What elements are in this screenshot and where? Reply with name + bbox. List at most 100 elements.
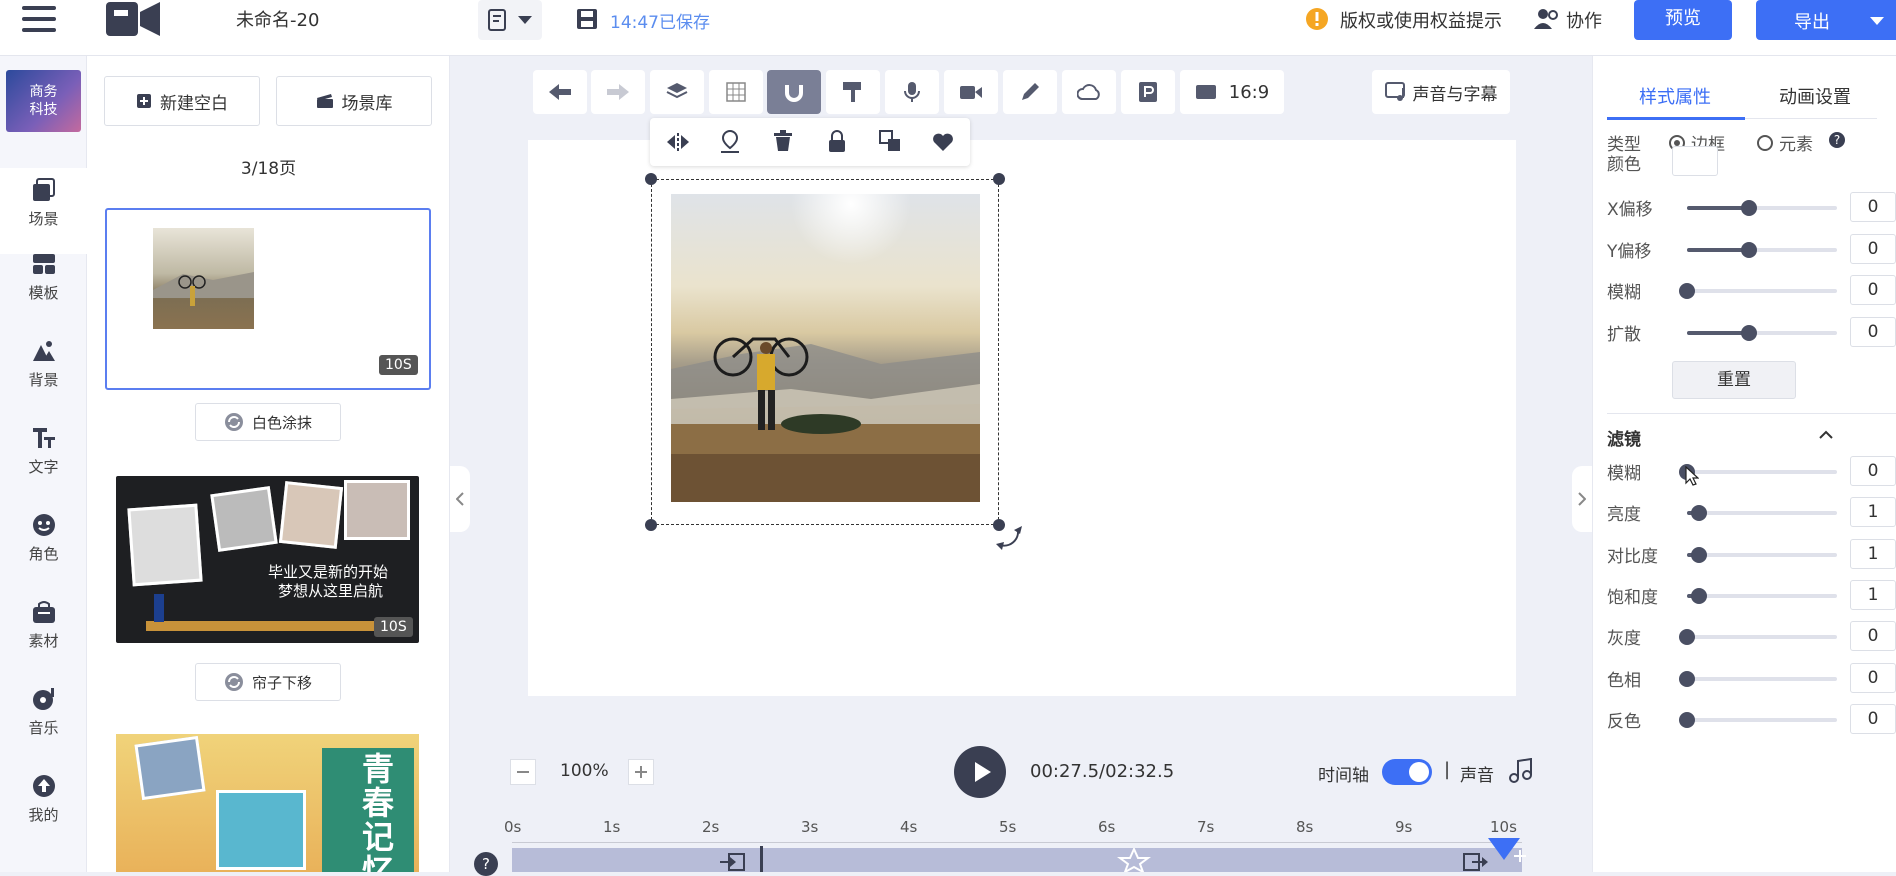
filter-slider[interactable] (1679, 629, 1837, 646)
scene-card-3[interactable]: 青春记忆 (116, 734, 419, 872)
scene-library-button[interactable]: 场景库 (276, 76, 432, 126)
shadow-slider[interactable] (1687, 324, 1837, 341)
filter-value-input[interactable]: 0 (1850, 456, 1896, 486)
slider-knob[interactable] (1691, 587, 1708, 604)
voice-subtitle-button[interactable]: 声音与字幕 (1372, 70, 1510, 114)
filter-slider[interactable] (1687, 587, 1837, 604)
nav-item-scene[interactable]: 场景 (0, 168, 87, 254)
filter-value-input[interactable]: 1 (1850, 497, 1896, 528)
filter-slider[interactable] (1679, 670, 1837, 687)
slider-knob[interactable] (1741, 200, 1757, 216)
nav-item-music[interactable]: 音乐 (0, 687, 87, 738)
scene-card-2[interactable]: 毕业又是新的开始 梦想从这里启航 10S (116, 476, 419, 643)
timeline-track[interactable] (512, 848, 1522, 872)
canvas-photo[interactable] (671, 194, 980, 502)
shadow-value-input[interactable]: 0 (1850, 316, 1896, 347)
slider-knob[interactable] (1679, 670, 1695, 687)
slider-knob[interactable] (1691, 546, 1708, 563)
undo-button[interactable] (533, 70, 587, 114)
export-button[interactable]: 导出 (1756, 0, 1896, 40)
nav-item-background[interactable]: 背景 (0, 339, 87, 390)
music-note-icon[interactable] (1508, 758, 1534, 784)
preview-button[interactable]: 预览 (1634, 0, 1732, 40)
chevron-up-icon[interactable] (1819, 430, 1833, 440)
scene-card-1[interactable]: 10S (105, 208, 431, 390)
nav-item-character[interactable]: 角色 (0, 513, 87, 564)
filter-slider[interactable] (1679, 711, 1837, 728)
add-icon[interactable] (1514, 850, 1526, 862)
flip-icon[interactable] (665, 132, 691, 152)
filter-value-input[interactable]: 0 (1850, 621, 1896, 652)
grid-button[interactable] (709, 70, 763, 114)
tab-style[interactable]: 样式属性 (1639, 83, 1711, 109)
filter-value-input[interactable]: 0 (1850, 703, 1896, 734)
nav-item-template[interactable]: 模板 (0, 252, 87, 303)
nav-item-text[interactable]: 文字 (0, 426, 87, 477)
transition-button-2[interactable]: 帘子下移 (195, 663, 341, 701)
record-voice-button[interactable] (885, 70, 939, 114)
nav-item-my[interactable]: 我的 (0, 774, 87, 825)
new-blank-button[interactable]: 新建空白 (104, 76, 260, 126)
filter-value-input[interactable]: 0 (1850, 662, 1896, 693)
filter-value-input[interactable]: 1 (1850, 579, 1896, 610)
zoom-in-button[interactable] (628, 759, 654, 785)
nav-item-material[interactable]: 素材 (0, 600, 87, 651)
delete-icon[interactable] (773, 130, 793, 152)
resize-handle-tl[interactable] (645, 173, 657, 185)
rotate-icon[interactable] (994, 520, 1024, 550)
lock-icon[interactable] (827, 129, 847, 153)
shadow-value-input[interactable]: 0 (1850, 192, 1896, 222)
document-title[interactable]: 未命名-20 (236, 6, 319, 32)
shadow-value-input[interactable]: 0 (1850, 233, 1896, 264)
slider-knob[interactable] (1679, 283, 1695, 299)
shadow-slider[interactable] (1687, 200, 1837, 216)
tab-animation[interactable]: 动画设置 (1779, 83, 1851, 109)
magnet-button[interactable] (767, 70, 821, 114)
record-video-button[interactable] (944, 70, 998, 114)
filter-slider[interactable] (1679, 464, 1837, 480)
zoom-level: 100% (560, 761, 609, 781)
filter-slider[interactable] (1687, 546, 1837, 563)
copyright-hint-link[interactable]: 版权或使用权益提示 (1340, 7, 1502, 33)
shadow-value-input[interactable]: 0 (1850, 275, 1896, 305)
slider-knob[interactable] (1691, 505, 1708, 522)
timeline-help-button[interactable]: ? (474, 852, 498, 876)
playhead[interactable] (760, 846, 763, 872)
slider-knob[interactable] (1679, 629, 1695, 646)
zoom-out-button[interactable] (510, 759, 536, 785)
menu-icon[interactable] (22, 4, 56, 34)
resize-handle-bl[interactable] (645, 519, 657, 531)
parking-button[interactable] (1121, 70, 1175, 114)
star-keyframe-icon[interactable] (1117, 848, 1151, 872)
play-button[interactable] (954, 746, 1006, 798)
cloud-button[interactable] (1062, 70, 1116, 114)
color-swatch[interactable] (1672, 146, 1718, 176)
timeline-toggle[interactable] (1382, 759, 1432, 785)
help-icon[interactable]: ? (1829, 132, 1845, 148)
collapse-left-handle[interactable] (450, 466, 470, 532)
aspect-ratio-button[interactable]: 16:9 (1180, 70, 1284, 114)
slider-knob[interactable] (1679, 711, 1695, 728)
slider-knob[interactable] (1741, 241, 1757, 258)
transition-button-1[interactable]: 白色涂抹 (195, 403, 341, 441)
document-menu-button[interactable] (478, 0, 542, 40)
shadow-slider[interactable] (1679, 283, 1837, 299)
layers-button[interactable] (650, 70, 704, 114)
brand-logo[interactable]: 商务科技 (6, 70, 81, 132)
enter-keyframe-icon[interactable] (718, 852, 746, 872)
pen-button[interactable] (1003, 70, 1057, 114)
collapse-right-handle[interactable] (1572, 466, 1592, 532)
collaborate-button[interactable]: 协作 (1566, 7, 1602, 33)
reset-button[interactable]: 重置 (1672, 361, 1796, 399)
format-painter-button[interactable] (826, 70, 880, 114)
filter-slider[interactable] (1687, 505, 1837, 522)
slider-knob[interactable] (1741, 324, 1757, 341)
replace-icon[interactable] (879, 130, 901, 152)
favorite-heart-icon[interactable] (932, 132, 954, 152)
resize-handle-tr[interactable] (993, 173, 1005, 185)
location-pin-icon[interactable] (720, 130, 740, 154)
sound-label[interactable]: 声音 (1460, 761, 1494, 786)
redo-button[interactable] (591, 70, 645, 114)
filter-value-input[interactable]: 1 (1850, 538, 1896, 569)
shadow-slider[interactable] (1687, 241, 1837, 258)
